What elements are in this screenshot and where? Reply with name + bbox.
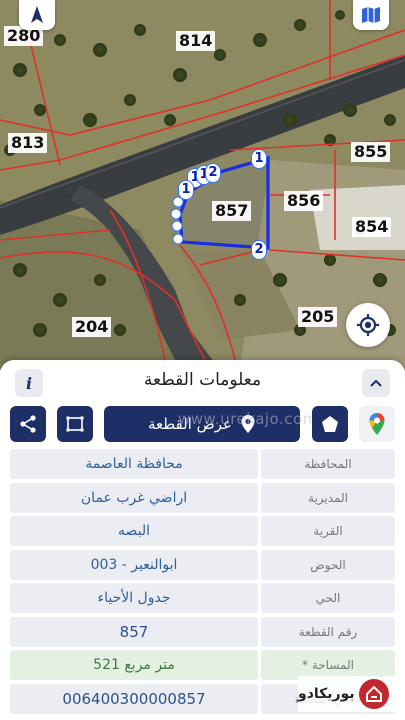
parcel-label-854[interactable]: 854 [352, 217, 392, 237]
save-parcel-button[interactable] [312, 406, 348, 442]
table-row: جدول الأحياء الحي [10, 583, 395, 613]
sheet-title: معلومات القطعة [143, 370, 262, 390]
gps-target-icon[interactable] [346, 303, 390, 347]
pentagon-bookmark-icon [322, 416, 338, 432]
basin-label: الحوض [261, 549, 395, 580]
share-button[interactable] [10, 406, 46, 442]
parcel-label-856[interactable]: 856 [284, 191, 324, 211]
vertex-cluster-icon[interactable] [168, 196, 188, 250]
directorate-label: المديرية [261, 482, 395, 513]
table-row: 857 رقم القطعة [10, 616, 395, 647]
share-icon [20, 415, 36, 433]
parcel-label-814[interactable]: 814 [176, 31, 216, 51]
neighborhood-label: الحي [261, 583, 395, 613]
parcel-vertex-marker[interactable]: 2 [205, 163, 221, 183]
parcel-label-855[interactable]: 855 [351, 142, 391, 162]
google-maps-icon [369, 413, 385, 435]
parcel-number-value: 857 [10, 616, 258, 647]
area-number: 521 [93, 657, 120, 673]
parcel-number-label: رقم القطعة [261, 616, 395, 647]
map-layers-icon[interactable] [353, 0, 389, 30]
area-value: متر مربع 521 [10, 650, 258, 680]
satellite-map[interactable]: 280 814 813 855 856 857 854 204 205 1 2 … [0, 0, 405, 370]
brand-logo-icon [358, 679, 389, 709]
parcel-info-sheet: i معلومات القطعة عرض القطعة www.urekajo.… [0, 360, 405, 720]
governorate-value: محافظة العاصمة [10, 449, 258, 479]
parcel-label-813[interactable]: 813 [8, 133, 48, 153]
village-label: القرية [261, 516, 395, 546]
parcel-label-204[interactable]: 204 [72, 317, 112, 337]
parcel-vertex-marker[interactable]: 2 [251, 240, 267, 260]
parcel-vertex-marker[interactable]: 1 [251, 149, 267, 169]
google-maps-button[interactable] [359, 406, 395, 442]
brand-name: بوريكادو [298, 686, 355, 702]
brand-watermark: بوريكادو [298, 676, 398, 712]
draw-polygon-button[interactable] [57, 406, 93, 442]
map-imagery [0, 0, 405, 370]
table-row: البصه القرية [10, 516, 395, 546]
parcel-label-857[interactable]: 857 [212, 201, 252, 221]
village-value: البصه [10, 516, 258, 546]
watermark-text: www.urekajo.com [178, 410, 318, 428]
polygon-icon [66, 416, 84, 432]
north-arrow-icon[interactable] [19, 0, 55, 30]
governorate-label: المحافظة [261, 449, 395, 479]
screen: 280 814 813 855 856 857 854 204 205 1 2 … [0, 0, 405, 720]
chevron-up-icon[interactable] [362, 369, 390, 397]
table-row: محافظة العاصمة المحافظة [10, 449, 395, 479]
sheet-header: i معلومات القطعة [0, 360, 405, 404]
directorate-value: اراضي غرب عمان [10, 482, 258, 513]
neighborhood-value: جدول الأحياء [10, 583, 258, 613]
parcel-label-205[interactable]: 205 [298, 307, 338, 327]
table-row: اراضي غرب عمان المديرية [10, 482, 395, 513]
action-bar: عرض القطعة www.urekajo.com [10, 406, 395, 444]
basin-value: ابوالنعير - 003 [10, 549, 258, 580]
table-row: ابوالنعير - 003 الحوض [10, 549, 395, 580]
parcel-key-value[interactable]: 006400300000857 [10, 683, 258, 714]
area-unit: متر مربع [124, 657, 175, 673]
